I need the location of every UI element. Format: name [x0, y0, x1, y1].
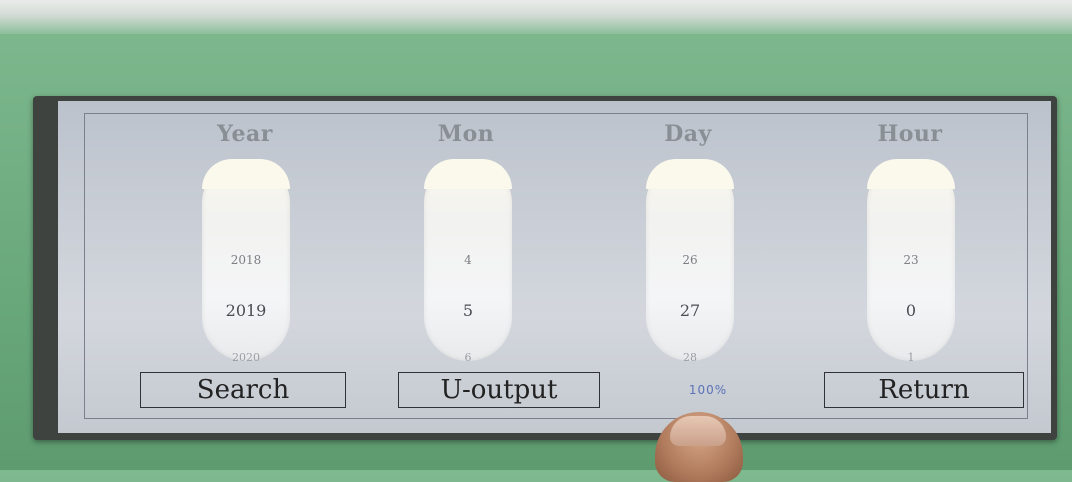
progress-percent: 100%: [688, 383, 728, 397]
year-current-value[interactable]: 2019: [202, 301, 290, 320]
year-prev-value[interactable]: 2018: [202, 253, 290, 267]
year-title: Year: [217, 121, 273, 147]
device-top-edge: [0, 0, 1072, 34]
year-next-value[interactable]: 2020: [202, 351, 290, 364]
hour-picker-cap: [867, 159, 955, 189]
month-next-value[interactable]: 6: [424, 351, 512, 364]
return-button[interactable]: Return: [824, 372, 1024, 408]
hour-prev-value[interactable]: 23: [867, 253, 955, 267]
hour-next-value[interactable]: 1: [867, 351, 955, 364]
day-next-value[interactable]: 28: [646, 351, 734, 364]
hmi-screen: Year 2018 2019 2020 Mon 4 5 6 Day 26 27 …: [58, 101, 1051, 433]
month-prev-value[interactable]: 4: [424, 253, 512, 267]
month-picker[interactable]: 4 5 6: [424, 159, 512, 364]
month-title: Mon: [437, 121, 495, 147]
day-picker-cap: [646, 159, 734, 189]
day-current-value[interactable]: 27: [646, 301, 734, 320]
hour-title: Hour: [877, 121, 943, 147]
u-output-button[interactable]: U-output: [398, 372, 600, 408]
day-title: Day: [664, 121, 712, 147]
hour-picker[interactable]: 23 0 1: [867, 159, 955, 364]
search-button[interactable]: Search: [140, 372, 346, 408]
hour-current-value[interactable]: 0: [867, 301, 955, 320]
year-picker[interactable]: 2018 2019 2020: [202, 159, 290, 364]
month-picker-cap: [424, 159, 512, 189]
year-picker-cap: [202, 159, 290, 189]
day-picker[interactable]: 26 27 28: [646, 159, 734, 364]
month-current-value[interactable]: 5: [424, 301, 512, 320]
day-prev-value[interactable]: 26: [646, 253, 734, 267]
fingernail-photo: [670, 416, 726, 446]
